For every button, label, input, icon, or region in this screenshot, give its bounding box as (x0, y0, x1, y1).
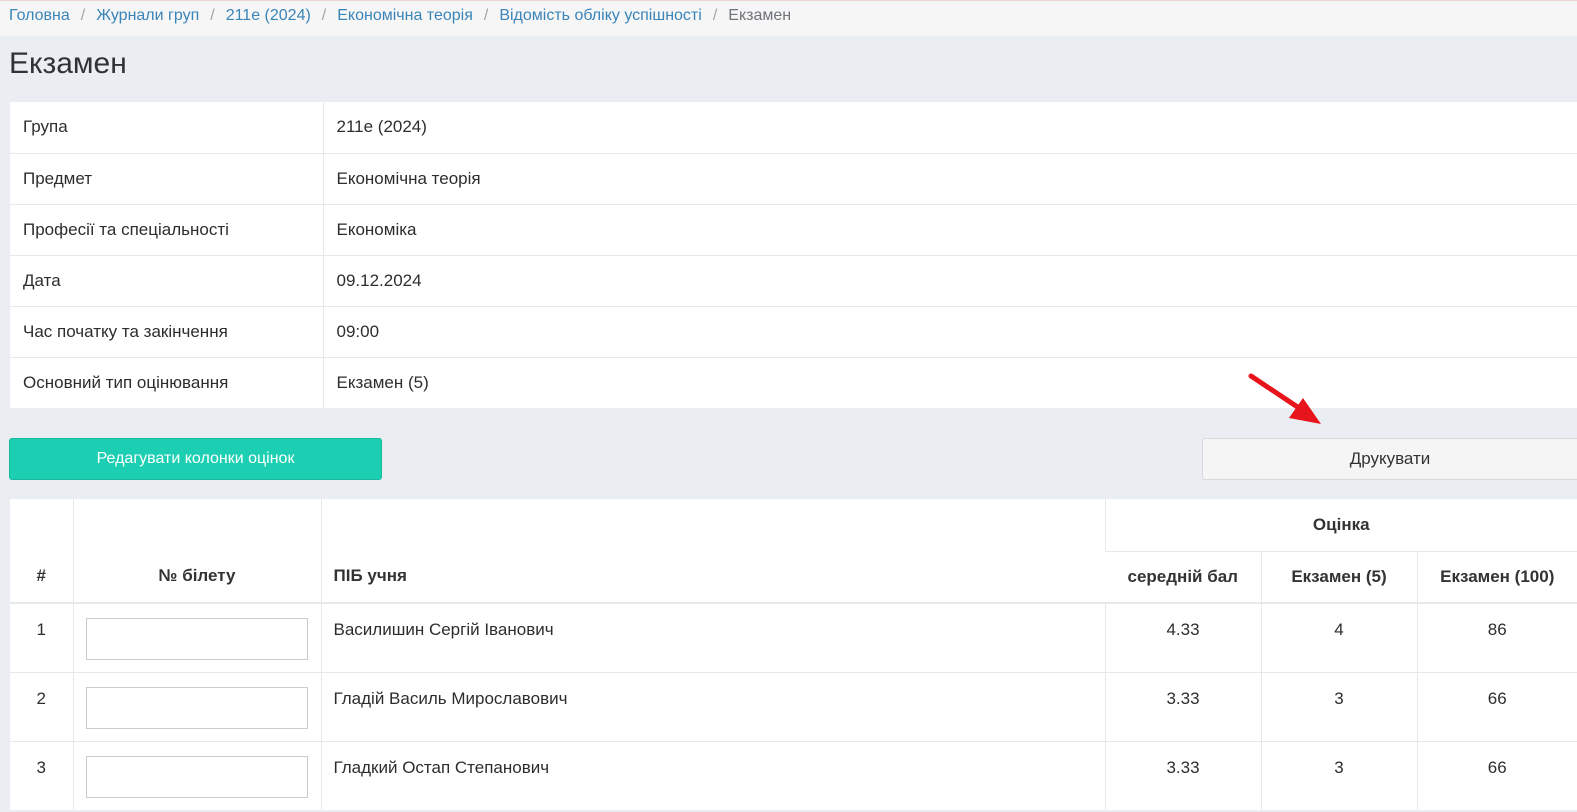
info-value: Економіка (323, 203, 1577, 255)
breadcrumb-group[interactable]: 211е (2024) (226, 7, 311, 24)
info-label: Професії та спеціальності (10, 203, 324, 255)
exam-info-table: Група 211е (2024) Предмет Економічна тео… (10, 102, 1577, 408)
print-button[interactable]: Друкувати (1202, 438, 1577, 480)
edit-grade-columns-button[interactable]: Редагувати колонки оцінок (9, 438, 382, 480)
info-label: Група (10, 102, 324, 153)
column-header-ticket: № білету (72, 499, 321, 603)
exam-100-grade: 66 (1416, 740, 1577, 810)
info-row-subject: Предмет Економічна теорія (10, 152, 1577, 204)
row-number: 3 (10, 740, 73, 810)
table-row: 2 Гладій Василь Мирославович 3.33 3 66 (10, 671, 1577, 741)
exam-100-grade: 66 (1416, 671, 1577, 741)
page-title: Екзамен (9, 47, 127, 80)
info-label: Час початку та закінчення (10, 305, 324, 357)
info-label: Дата (10, 254, 324, 306)
info-value: Економічна теорія (323, 152, 1577, 204)
exam-5-grade: 3 (1260, 740, 1417, 810)
breadcrumb-separator: / (321, 7, 327, 24)
info-row-date: Дата 09.12.2024 (10, 254, 1577, 306)
ticket-cell (72, 671, 321, 741)
average-grade: 3.33 (1104, 671, 1261, 741)
ticket-number-input[interactable] (86, 618, 308, 660)
student-name: Гладій Василь Мирославович (320, 671, 1105, 741)
exam-5-grade: 4 (1260, 602, 1417, 672)
average-grade: 3.33 (1104, 740, 1261, 810)
exam-100-grade: 86 (1416, 602, 1577, 672)
info-value: 211е (2024) (336, 117, 427, 137)
student-name: Гладкий Остап Степанович (320, 740, 1105, 810)
average-grade: 4.33 (1104, 602, 1261, 672)
breadcrumb-separator: / (712, 7, 718, 24)
info-label: Основний тип оцінювання (10, 356, 324, 408)
row-number: 2 (10, 671, 73, 741)
table-header-row: # № білету ПІБ учня Оцінка (10, 499, 1577, 603)
info-row-time: Час початку та закінчення 09:00 (10, 305, 1577, 357)
info-row-specialty: Професії та спеціальності Економіка (10, 203, 1577, 255)
table-row: 3 Гладкий Остап Степанович 3.33 3 66 (10, 740, 1577, 810)
breadcrumb-home[interactable]: Головна (9, 7, 70, 24)
info-value: 09.12.2024 (323, 254, 1577, 306)
column-group-header-grade: Оцінка (1104, 499, 1577, 551)
ticket-number-input[interactable] (86, 686, 308, 729)
info-value: 09:00 (323, 305, 1577, 357)
grades-table: # № білету ПІБ учня Оцінка середній бал … (10, 499, 1577, 810)
column-header-average: середній бал (1105, 550, 1261, 603)
red-arrow-annotation-icon (1248, 373, 1321, 424)
exam-5-grade: 3 (1260, 671, 1417, 741)
student-name: Василишин Сергій Іванович (320, 602, 1105, 672)
column-header-student-name: ПІБ учня (320, 499, 1105, 603)
column-header-exam-5: Екзамен (5) (1260, 550, 1417, 603)
ticket-cell (72, 740, 321, 810)
ticket-cell (72, 602, 321, 672)
breadcrumb-current: Екзамен (728, 7, 792, 24)
breadcrumb-progress-sheet[interactable]: Відомість обліку успішності (499, 7, 701, 24)
breadcrumb-subject[interactable]: Економічна теорія (337, 7, 473, 24)
breadcrumb-separator: / (210, 7, 215, 24)
breadcrumb-group-journals[interactable]: Журнали груп (96, 7, 199, 24)
info-value: Екзамен (5) (323, 356, 1577, 408)
info-label: Предмет (10, 152, 324, 204)
column-header-exam-100: Екзамен (100) (1416, 550, 1577, 603)
info-row-grading-type: Основний тип оцінювання Екзамен (5) (10, 356, 1577, 408)
breadcrumb-separator: / (80, 7, 86, 24)
column-header-number: # (36, 566, 46, 585)
ticket-number-input[interactable] (86, 755, 308, 798)
table-row: 1 Василишин Сергій Іванович 4.33 4 86 (10, 602, 1577, 672)
breadcrumb: Головна / Журнали груп / 211е (2024) / Економі… (0, 0, 1577, 36)
row-number: 1 (10, 602, 73, 672)
breadcrumb-separator: / (483, 7, 489, 24)
info-row-group: Група 211е (2024) (10, 102, 1577, 153)
